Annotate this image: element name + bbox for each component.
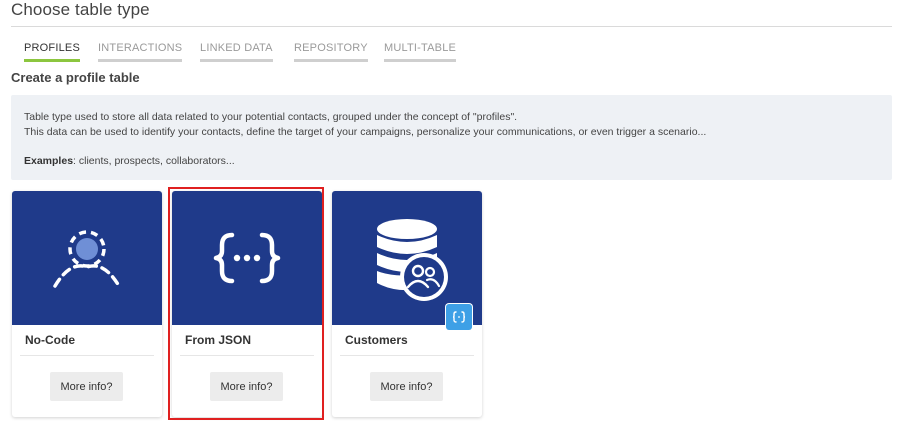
json-braces-icon bbox=[446, 304, 472, 330]
tab-profiles[interactable]: PROFILES bbox=[24, 42, 81, 62]
more-info-button[interactable]: More info? bbox=[210, 372, 283, 401]
more-info-button[interactable]: More info? bbox=[370, 372, 443, 401]
info-box: Table type used to store all data relate… bbox=[11, 95, 892, 180]
tab-repository[interactable]: REPOSITORY bbox=[294, 42, 368, 62]
section-title: Create a profile table bbox=[11, 70, 140, 85]
page-title: Choose table type bbox=[11, 0, 150, 19]
description-line-1: Table type used to store all data relate… bbox=[24, 111, 518, 123]
card-cover bbox=[12, 191, 162, 325]
card-title: Customers bbox=[345, 333, 408, 347]
description-line-2: This data can be used to identify your c… bbox=[24, 126, 707, 138]
card-cover bbox=[172, 191, 322, 325]
card-divider bbox=[340, 355, 474, 356]
more-info-button[interactable]: More info? bbox=[50, 372, 123, 401]
card-from-json[interactable]: From JSON More info? bbox=[172, 191, 322, 417]
card-divider bbox=[20, 355, 154, 356]
card-title: No-Code bbox=[25, 333, 75, 347]
tab-multi-table[interactable]: MULTI-TABLE bbox=[384, 42, 457, 62]
examples-line: Examples: clients, prospects, collaborat… bbox=[24, 153, 235, 169]
title-divider bbox=[11, 26, 892, 27]
examples-text: : clients, prospects, collaborators... bbox=[73, 155, 235, 167]
tab-interactions[interactable]: INTERACTIONS bbox=[98, 42, 183, 62]
card-no-code[interactable]: No-Code More info? bbox=[12, 191, 162, 417]
examples-label: Examples bbox=[24, 155, 74, 167]
card-divider bbox=[180, 355, 314, 356]
dashed-user-icon bbox=[53, 230, 121, 288]
curly-braces-icon bbox=[213, 232, 281, 284]
tab-linked-data[interactable]: LINKED DATA bbox=[200, 42, 273, 62]
card-title: From JSON bbox=[185, 333, 252, 347]
